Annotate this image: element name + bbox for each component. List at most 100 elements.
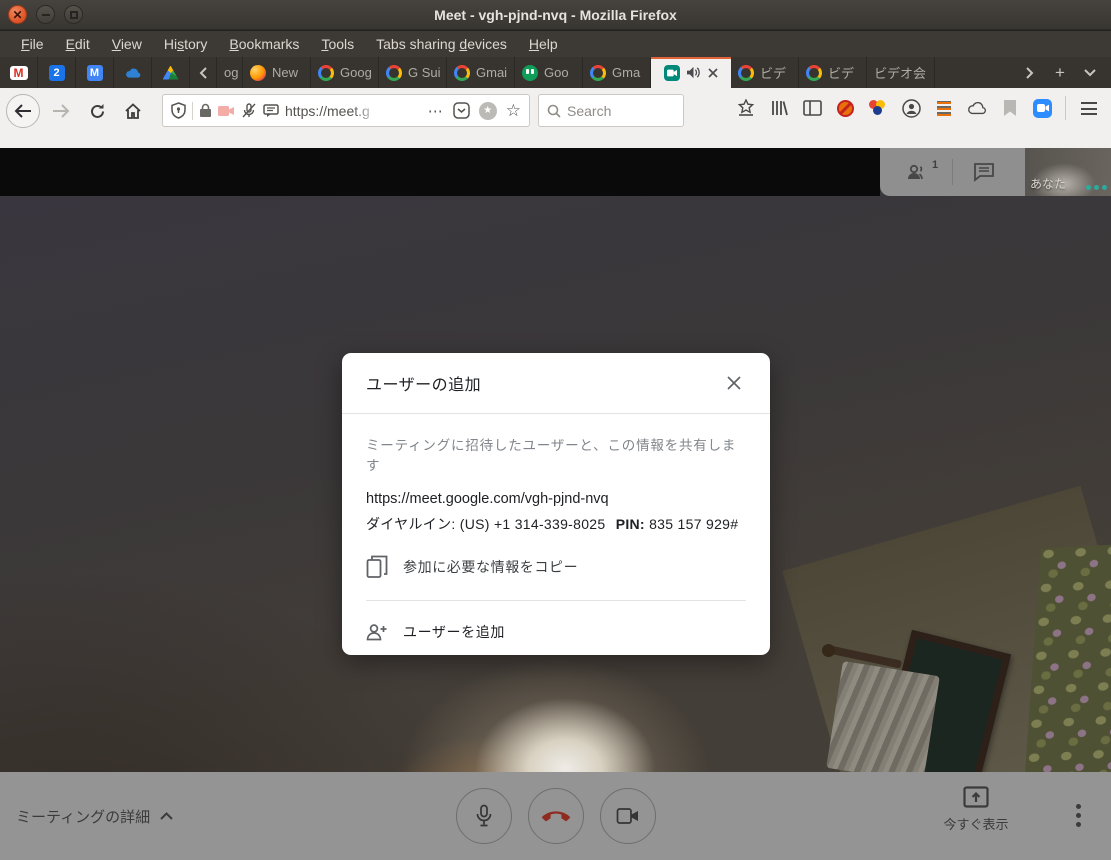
participants-button[interactable]: 1: [890, 163, 952, 181]
pinned-tab-onedrive[interactable]: [114, 57, 152, 88]
divider: [192, 102, 193, 120]
zoom-extension-icon[interactable]: [1033, 99, 1052, 118]
window-title: Meet - vgh-pjnd-nvq - Mozilla Firefox: [0, 7, 1111, 23]
translate-icon: M: [87, 65, 103, 81]
cloud-extension-icon[interactable]: [967, 98, 987, 118]
library-icon[interactable]: [769, 98, 789, 118]
search-input[interactable]: [567, 103, 667, 119]
server-stack-extension-icon[interactable]: [934, 98, 954, 118]
window-maximize-button[interactable]: [64, 5, 83, 24]
present-now-button[interactable]: 今すぐ表示: [938, 786, 1014, 833]
meeting-url: https://meet.google.com/vgh-pjnd-nvq: [366, 491, 746, 507]
bookmark-tray-icon[interactable]: [736, 98, 756, 118]
tab-label: og: [224, 65, 238, 80]
url-bar[interactable]: https://meet.g ⋯ ★ ☆: [162, 94, 530, 127]
close-icon: ✕: [12, 9, 22, 21]
window-titlebar: ✕ Meet - vgh-pjnd-nvq - Mozilla Firefox: [0, 0, 1111, 30]
tab-hangouts[interactable]: Goo: [515, 57, 583, 88]
tab-scroll-left-button[interactable]: [190, 57, 216, 88]
window-minimize-button[interactable]: [36, 5, 55, 24]
camera-in-use-icon[interactable]: [218, 105, 235, 117]
tab-video-3[interactable]: ビデオ会: [867, 57, 935, 88]
page-actions-icon[interactable]: ⋯: [428, 102, 444, 120]
camera-button[interactable]: [600, 788, 656, 844]
tab-overflow-partial[interactable]: og: [216, 57, 243, 88]
add-user-button[interactable]: ユーザーを追加: [342, 601, 770, 663]
pocket-icon[interactable]: [453, 102, 470, 119]
url-text[interactable]: https://meet.g: [285, 103, 381, 119]
tab-new[interactable]: New: [243, 57, 311, 88]
reload-button[interactable]: [82, 96, 112, 126]
copy-joining-info-button[interactable]: 参加に必要な情報をコピー: [366, 555, 746, 579]
tab-video-1[interactable]: ビデ: [731, 57, 799, 88]
window-close-button[interactable]: ✕: [8, 5, 27, 24]
search-bar[interactable]: [538, 94, 684, 127]
menu-view[interactable]: View: [101, 33, 153, 55]
minimize-icon: [42, 14, 50, 16]
menu-help[interactable]: Help: [518, 33, 569, 55]
google-favicon: [454, 65, 470, 81]
pinned-tab-drive[interactable]: [152, 57, 190, 88]
tab-label: Gmai: [476, 65, 507, 80]
pinned-tab-translate[interactable]: M: [76, 57, 114, 88]
google-favicon: [386, 65, 402, 81]
tab-close-icon[interactable]: [707, 67, 719, 79]
microphone-permission-icon[interactable]: [241, 103, 257, 119]
bookmark-star-icon[interactable]: ☆: [506, 102, 521, 119]
dialog-title: ユーザーの追加: [366, 371, 481, 395]
notification-bubble-icon[interactable]: [263, 104, 279, 118]
white-curtain: [826, 661, 940, 783]
page-action-star-icon[interactable]: ★: [479, 102, 497, 120]
blocker-extension-icon[interactable]: [835, 98, 855, 118]
tab-gmail-2[interactable]: Gma: [583, 57, 651, 88]
dialog-close-button[interactable]: [722, 371, 746, 395]
back-button[interactable]: [6, 94, 40, 128]
pinned-tab-gmail[interactable]: M: [0, 57, 38, 88]
window-controls: ✕: [8, 5, 83, 24]
pinned-tab-calendar[interactable]: 2: [38, 57, 76, 88]
forward-button[interactable]: [46, 96, 76, 126]
menu-tabs-sharing-devices[interactable]: Tabs sharing devices: [365, 33, 518, 55]
calendar-icon: 2: [49, 65, 65, 81]
tab-gsuite[interactable]: G Sui: [379, 57, 447, 88]
chevron-down-icon: [1084, 69, 1096, 77]
meet-icon: [664, 65, 680, 81]
hamburger-menu-icon[interactable]: [1079, 98, 1099, 118]
menu-history[interactable]: History: [153, 33, 219, 55]
present-now-label: 今すぐ表示: [943, 814, 1008, 833]
more-options-icon[interactable]: [1076, 804, 1081, 827]
tab-scroll-right-button[interactable]: [1017, 60, 1043, 86]
microphone-button[interactable]: [456, 788, 512, 844]
tab-gmail[interactable]: Gmai: [447, 57, 515, 88]
tab-list-dropdown-button[interactable]: [1077, 60, 1103, 86]
menu-bookmarks[interactable]: Bookmarks: [218, 33, 310, 55]
menu-edit[interactable]: Edit: [55, 33, 101, 55]
account-icon[interactable]: [901, 98, 921, 118]
menu-file[interactable]: File: [10, 33, 55, 55]
self-video-thumbnail[interactable]: あなた: [1025, 148, 1111, 196]
reload-icon: [89, 103, 106, 120]
navigation-toolbar: https://meet.g ⋯ ★ ☆: [0, 88, 1111, 148]
onedrive-cloud-icon: [125, 65, 141, 81]
chat-button[interactable]: [953, 162, 1015, 182]
sidebar-toggle-icon[interactable]: [802, 98, 822, 118]
gmail-icon: M: [10, 66, 28, 80]
lock-icon: [199, 103, 212, 118]
forward-arrow-icon: [52, 104, 70, 118]
tab-audio-speaker-icon[interactable]: [686, 66, 701, 79]
leave-call-button[interactable]: [528, 788, 584, 844]
person-add-icon: [366, 623, 388, 641]
meeting-details-button[interactable]: ミーティングの詳細: [16, 806, 173, 827]
tab-video-2[interactable]: ビデ: [799, 57, 867, 88]
colorballs-extension-icon[interactable]: [868, 98, 888, 118]
tab-label: Goog: [340, 65, 372, 80]
disabled-flag-extension-icon[interactable]: [1000, 98, 1020, 118]
tab-meet-active[interactable]: [651, 57, 731, 88]
tab-google[interactable]: Goog: [311, 57, 379, 88]
home-button[interactable]: [118, 96, 148, 126]
add-users-dialog: ユーザーの追加 ミーティングに招待したユーザーと、この情報を共有します http…: [342, 353, 770, 655]
chevron-left-icon: [198, 67, 208, 79]
google-favicon: [318, 65, 334, 81]
menu-tools[interactable]: Tools: [310, 33, 365, 55]
new-tab-button[interactable]: +: [1047, 60, 1073, 86]
